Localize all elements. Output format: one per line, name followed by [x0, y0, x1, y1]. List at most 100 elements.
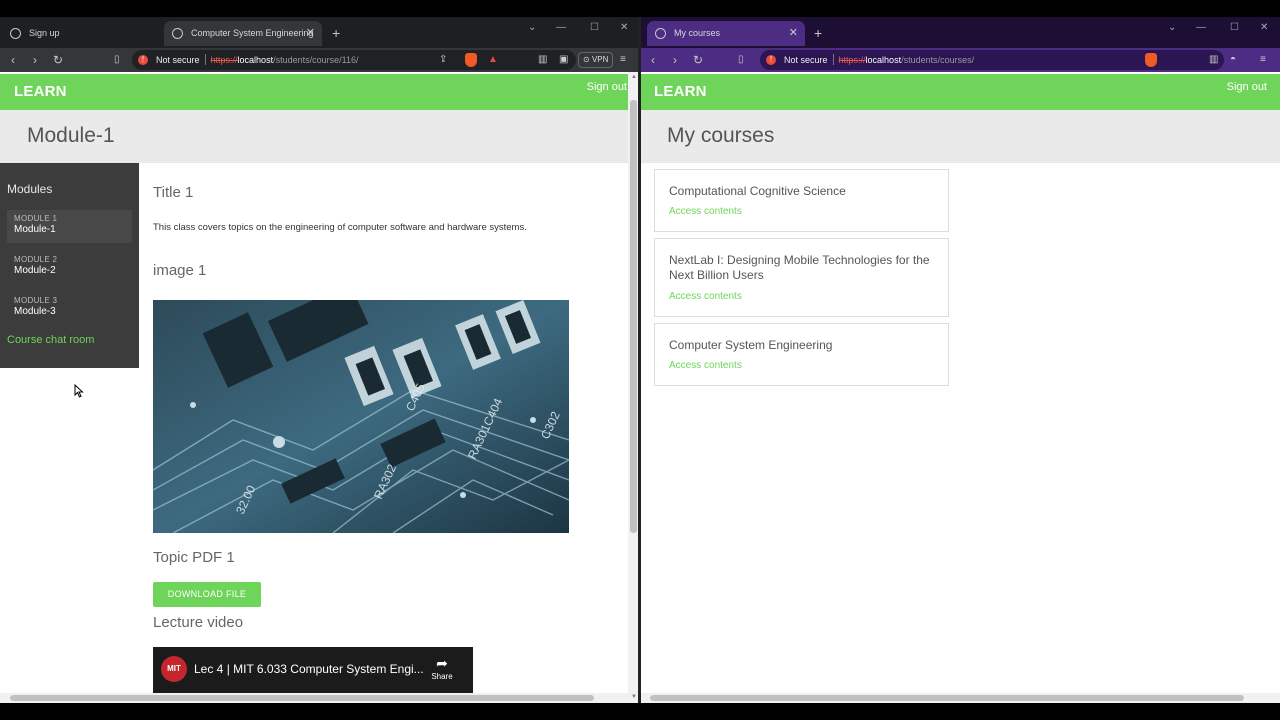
new-tab-button[interactable]: +	[332, 22, 340, 44]
left-browser-window: o Sign up o Computer System Engineering …	[0, 17, 640, 703]
window-divider	[638, 17, 641, 703]
close-window-icon[interactable]: ✕	[620, 22, 628, 33]
access-contents-link[interactable]: Access contents	[669, 291, 742, 302]
page-title: Module-1	[27, 124, 115, 147]
module-name: Module-3	[14, 306, 56, 317]
bookmark-icon[interactable]: ▯	[114, 52, 120, 68]
tab-search-icon[interactable]: ⌄	[528, 22, 536, 33]
sidebar-item-module-2[interactable]: MODULE 2 Module-2	[7, 251, 132, 284]
private-mode-icon[interactable]: ◓	[1230, 53, 1236, 67]
maximize-icon[interactable]: ☐	[1230, 22, 1239, 33]
mouse-cursor-icon	[74, 384, 84, 398]
reload-icon[interactable]: ↻	[53, 52, 63, 68]
video-title[interactable]: Lec 4 | MIT 6.033 Computer System Engi..…	[194, 662, 424, 676]
sidebar-item-module-3[interactable]: MODULE 3 Module-3	[7, 292, 132, 325]
sign-out-link[interactable]: Sign out	[1227, 81, 1267, 93]
menu-icon[interactable]: ≡	[620, 53, 626, 67]
scrollbar-thumb[interactable]	[10, 695, 594, 701]
horizontal-scrollbar[interactable]	[0, 693, 628, 703]
reload-icon[interactable]: ↻	[693, 52, 703, 68]
tab-search-icon[interactable]: ⌄	[1168, 22, 1176, 33]
course-card: Computer System Engineering Access conte…	[654, 323, 949, 386]
site-logo[interactable]: LEARN	[654, 83, 707, 100]
globe-icon: o	[172, 28, 183, 39]
tab-sign-up[interactable]: o Sign up	[2, 21, 162, 46]
tab-my-courses[interactable]: o My courses ✕	[647, 21, 805, 46]
sidebar-toggle-icon[interactable]: ▥	[538, 53, 547, 67]
security-label: Not secure	[156, 55, 200, 65]
url-path: /students/course/116/	[273, 55, 359, 65]
content-title: Title 1	[153, 184, 194, 201]
page-title: My courses	[667, 124, 775, 147]
close-window-icon[interactable]: ✕	[1260, 22, 1268, 33]
tab-title: My courses	[674, 28, 721, 38]
share-label: Share	[431, 672, 453, 681]
download-file-button[interactable]: DOWNLOAD FILE	[153, 582, 261, 607]
tab-strip: o My courses ✕ + ⌄ — ☐ ✕	[640, 17, 1280, 48]
tab-title: Computer System Engineering	[191, 28, 314, 38]
back-icon[interactable]: ‹	[651, 52, 655, 68]
site-logo[interactable]: LEARN	[14, 83, 67, 100]
globe-icon: o	[10, 28, 21, 39]
brave-shields-icon[interactable]	[1145, 53, 1157, 67]
security-label: Not secure	[784, 55, 828, 65]
scrollbar-thumb[interactable]	[630, 100, 637, 533]
title-banner: Module-1	[0, 110, 640, 163]
module-number: MODULE 3	[14, 296, 58, 305]
channel-logo[interactable]: MIT	[161, 656, 187, 682]
scrollbar-thumb[interactable]	[650, 695, 1244, 701]
minimize-icon[interactable]: —	[1196, 22, 1206, 33]
image-heading: image 1	[153, 262, 207, 279]
sidebar-title: Modules	[7, 182, 53, 196]
pdf-heading: Topic PDF 1	[153, 549, 235, 566]
scroll-down-icon[interactable]: ▼	[631, 694, 637, 700]
scroll-up-icon[interactable]: ▲	[631, 74, 637, 80]
vpn-button[interactable]: ⊙ VPN	[578, 52, 614, 68]
brave-rewards-icon[interactable]: ▲	[488, 53, 498, 67]
video-share-button[interactable]: ➦ Share	[429, 656, 455, 682]
module-number: MODULE 2	[14, 255, 58, 264]
sign-out-link[interactable]: Sign out	[587, 81, 627, 93]
module-name: Module-2	[14, 265, 56, 276]
access-contents-link[interactable]: Access contents	[669, 206, 742, 217]
page-viewport: LEARN Sign out Module-1 Modules MODULE 1…	[0, 72, 640, 703]
globe-icon: o	[655, 28, 666, 39]
share-icon[interactable]: ⇪	[439, 53, 447, 67]
course-title: Computer System Engineering	[669, 338, 833, 352]
modules-sidebar: Modules MODULE 1 Module-1 MODULE 2 Modul…	[0, 163, 139, 368]
circuit-board-image: RA302 RA301C404 C405 32.00 C302	[153, 300, 569, 533]
access-contents-link[interactable]: Access contents	[669, 360, 742, 371]
address-bar[interactable]: ! Not secure https://localhost/students/c…	[132, 50, 576, 70]
menu-icon[interactable]: ≡	[1260, 53, 1266, 67]
circuit-board-illustration: RA302 RA301C404 C405 32.00 C302	[153, 300, 569, 533]
maximize-icon[interactable]: ☐	[590, 22, 599, 33]
warning-icon: !	[766, 55, 776, 65]
close-tab-icon[interactable]: ✕	[789, 21, 798, 46]
course-chat-room-link[interactable]: Course chat room	[7, 334, 94, 346]
sidebar-item-module-1[interactable]: MODULE 1 Module-1	[7, 210, 132, 243]
minimize-icon[interactable]: —	[556, 22, 566, 33]
new-tab-button[interactable]: +	[814, 22, 822, 44]
course-card: NextLab I: Designing Mobile Technologies…	[654, 238, 949, 317]
url-path: /students/courses/	[901, 55, 975, 65]
close-tab-icon[interactable]: ✕	[306, 21, 315, 46]
brave-shields-icon[interactable]	[465, 53, 477, 67]
browser-toolbar: ‹ › ↻ ▯ ! Not secure https://localhost/st…	[640, 48, 1280, 72]
tab-strip: o Sign up o Computer System Engineering …	[0, 17, 640, 48]
module-name: Module-1	[14, 224, 56, 235]
sidebar-toggle-icon[interactable]: ▥	[1209, 53, 1218, 67]
back-icon[interactable]: ‹	[11, 52, 15, 68]
site-header: LEARN Sign out	[640, 74, 1280, 110]
bookmark-icon[interactable]: ▯	[738, 52, 744, 68]
page-viewport: LEARN Sign out My courses Computational …	[640, 72, 1280, 703]
url-scheme: https://	[210, 55, 238, 65]
tab-computer-system-engineering[interactable]: o Computer System Engineering ✕	[164, 21, 322, 46]
module-number: MODULE 1	[14, 214, 58, 223]
horizontal-scrollbar[interactable]	[640, 693, 1280, 703]
wallet-icon[interactable]: ▣	[559, 53, 568, 67]
browser-toolbar: ‹ › ↻ ▯ ! Not secure https://localhost/st…	[0, 48, 640, 72]
forward-icon[interactable]: ›	[673, 52, 677, 68]
url-scheme: https://	[838, 55, 866, 65]
forward-icon[interactable]: ›	[33, 52, 37, 68]
right-browser-window: o My courses ✕ + ⌄ — ☐ ✕ ‹ › ↻ ▯ ! Not s…	[640, 17, 1280, 703]
